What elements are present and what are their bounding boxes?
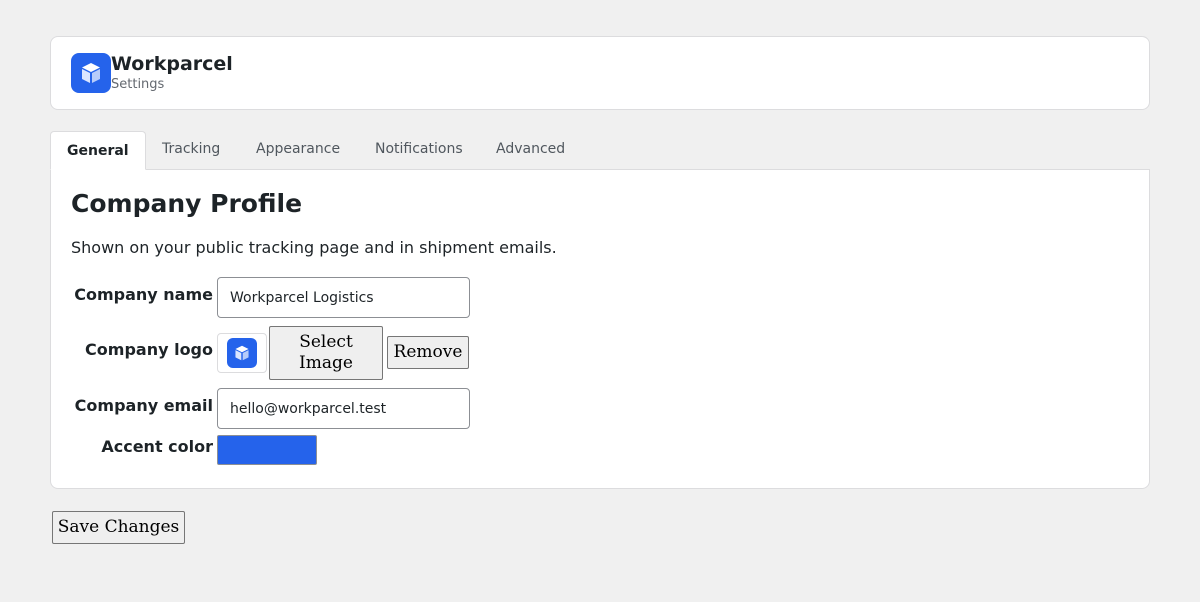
save-changes-button[interactable]: Save Changes — [52, 511, 185, 544]
accent-color-label: Accent color — [101, 437, 213, 456]
app-subtitle: Settings — [111, 77, 165, 92]
app-header: Workparcel Settings — [50, 36, 1150, 110]
tab-tracking[interactable]: Tracking — [162, 131, 220, 170]
remove-logo-button[interactable]: Remove — [387, 336, 469, 369]
logo-preview-tile — [227, 338, 257, 368]
cube-icon — [235, 345, 249, 361]
tab-appearance[interactable]: Appearance — [256, 131, 340, 170]
app-title: Workparcel — [111, 53, 233, 75]
section-title: Company Profile — [71, 189, 303, 218]
company-email-label: Company email — [74, 396, 213, 415]
company-email-input[interactable] — [217, 388, 470, 429]
tab-general[interactable]: General — [50, 131, 146, 170]
company-profile-panel: Company Profile Shown on your public tra… — [50, 169, 1150, 489]
settings-tabs: General Tracking Appearance Notification… — [50, 131, 1150, 170]
brand-logo — [71, 53, 111, 93]
cube-icon — [82, 63, 100, 83]
company-logo-label: Company logo — [85, 340, 213, 359]
tab-notifications[interactable]: Notifications — [375, 131, 463, 170]
accent-color-picker[interactable] — [217, 435, 317, 465]
tab-advanced[interactable]: Advanced — [496, 131, 565, 170]
section-description: Shown on your public tracking page and i… — [71, 238, 557, 257]
company-name-label: Company name — [74, 285, 213, 304]
select-image-button[interactable]: Select Image — [269, 326, 383, 380]
company-name-input[interactable] — [217, 277, 470, 318]
company-logo-preview — [217, 333, 267, 373]
